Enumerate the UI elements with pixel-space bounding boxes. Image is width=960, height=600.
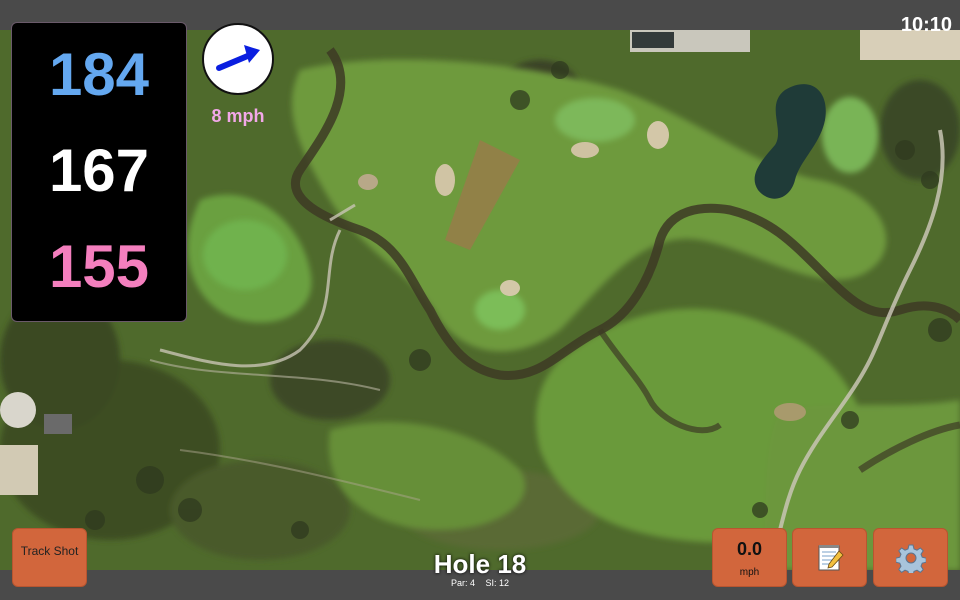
arrow-northeast-icon	[216, 45, 260, 71]
front-distance: 155	[48, 233, 150, 300]
speed-unit: mph	[739, 567, 760, 578]
back-distance: 184	[48, 41, 150, 108]
wind-direction-indicator	[202, 23, 274, 95]
wind-speed: 8 mph	[211, 106, 265, 126]
track-shot-button[interactable]: Track Shot	[12, 528, 87, 587]
distance-panel: 184 167 155	[11, 22, 187, 322]
hole-info: Par: 4 SI: 12	[400, 578, 560, 588]
track-shot-label: Track Shot	[20, 544, 79, 558]
stroke-index-label: SI: 12	[485, 578, 510, 588]
settings-button[interactable]	[873, 528, 948, 587]
notes-button[interactable]	[792, 528, 867, 587]
status-clock: 10:10	[900, 14, 952, 36]
speed-value: 0.0	[736, 539, 763, 559]
gear-icon	[896, 544, 926, 573]
notepad-icon	[818, 545, 844, 571]
speed-button[interactable]: 0.0 mph	[712, 528, 787, 587]
hole-title: Hole 18	[433, 549, 527, 579]
par-label: Par: 4	[450, 578, 475, 588]
middle-distance: 167	[48, 137, 150, 204]
